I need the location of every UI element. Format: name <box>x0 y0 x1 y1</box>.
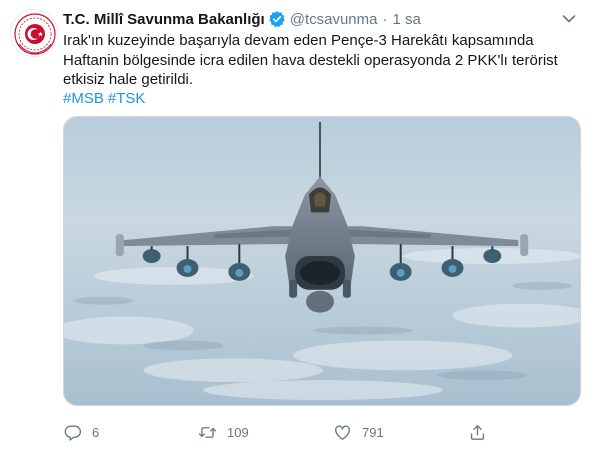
author-name[interactable]: T.C. Millî Savunma Bakanlığı <box>63 11 265 28</box>
reply-icon <box>64 424 82 441</box>
share-icon <box>470 424 485 440</box>
tweet[interactable]: T.C. Millî Savunma Bakanlığı @tcsavunma … <box>0 0 595 451</box>
retweet-count: 109 <box>227 424 249 440</box>
retweet-button[interactable]: 109 <box>198 420 249 444</box>
separator-dot: · <box>382 10 388 28</box>
reply-button[interactable]: 6 <box>63 420 99 444</box>
avatar[interactable] <box>10 9 58 57</box>
tweet-text-line: etkisiz hale getirildi. <box>63 71 194 88</box>
emblem-icon <box>14 13 56 55</box>
like-button[interactable]: 791 <box>333 420 384 444</box>
tweet-timestamp[interactable]: 1 sa <box>392 11 420 28</box>
hashtag-link[interactable]: #TSK <box>108 90 146 107</box>
fighter-jet-photo <box>64 117 580 405</box>
retweet-icon <box>198 426 217 438</box>
hashtags: #MSB #TSK <box>63 89 145 109</box>
chevron-down-icon[interactable] <box>559 10 579 28</box>
tweet-text-line: Haftanin bölgesinde icra edilen hava des… <box>63 51 558 69</box>
heart-icon <box>335 425 350 440</box>
tweet-header: T.C. Millî Savunma Bakanlığı @tcsavunma … <box>63 9 421 29</box>
tweet-text-line: Irak'ın kuzeyinde başarıyla devam eden P… <box>63 32 534 49</box>
tweet-actions: 6 109 791 <box>63 420 563 444</box>
reply-count: 6 <box>92 424 100 440</box>
hashtag-link[interactable]: #MSB <box>63 90 104 107</box>
share-button[interactable] <box>468 420 487 444</box>
tweet-media-photo[interactable] <box>63 116 581 406</box>
author-handle[interactable]: @tcsavunma <box>290 11 378 28</box>
like-count: 791 <box>362 424 384 440</box>
verified-badge-icon <box>268 10 286 28</box>
tweet-text: Irak'ın kuzeyinde başarıyla devam eden P… <box>63 31 563 90</box>
